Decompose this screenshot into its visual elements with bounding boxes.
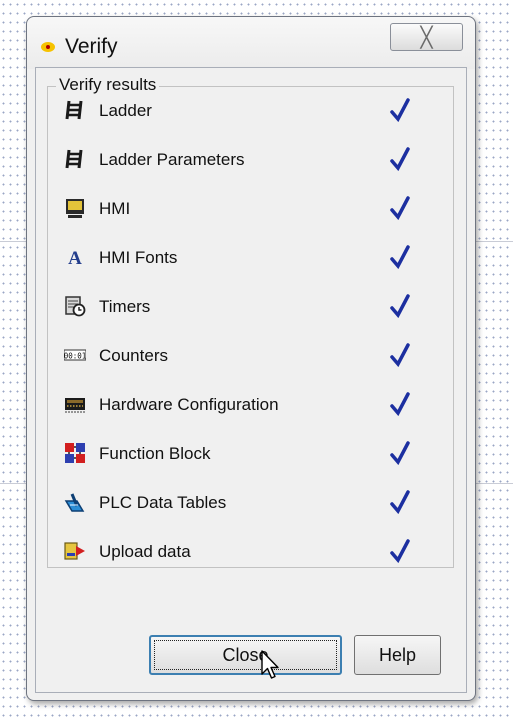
timers-icon <box>65 296 86 317</box>
list-item: Ladder <box>48 91 453 135</box>
plc-data-tables-icon <box>64 493 85 512</box>
help-button-label: Help <box>378 644 417 665</box>
list-item: Hardware Configuration <box>48 385 453 429</box>
upload-data-icon <box>64 542 85 560</box>
app-icon <box>41 42 55 52</box>
list-item: Ladder Parameters <box>48 140 453 184</box>
item-label: HMI <box>99 199 131 218</box>
item-label: Timers <box>99 297 151 316</box>
item-label: HMI Fonts <box>99 248 178 267</box>
checkmark-icon <box>390 490 410 514</box>
item-label: Counters <box>99 346 168 365</box>
dialog-title: Verify <box>65 35 118 58</box>
hardware-configuration-icon <box>65 398 85 413</box>
checkmark-icon <box>390 245 410 269</box>
checkmark-icon <box>390 294 410 318</box>
mouse-cursor-icon <box>261 650 279 679</box>
list-item: Upload data <box>48 532 453 576</box>
close-button[interactable]: Close <box>149 635 342 675</box>
close-icon: ╳ <box>420 26 433 49</box>
hmi-icon <box>66 199 84 218</box>
title-bar[interactable]: Verify ╳ <box>27 17 475 69</box>
checkmark-icon <box>390 343 410 367</box>
ladder-icon <box>65 100 83 120</box>
list-item: PLC Data Tables <box>48 483 453 527</box>
window-close-button[interactable]: ╳ <box>390 23 463 51</box>
counters-icon: 00:01 <box>64 349 86 361</box>
item-label: Ladder Parameters <box>99 150 245 169</box>
counter-digits: 00:01 <box>64 352 86 361</box>
checkmark-icon <box>390 441 410 465</box>
checkmark-icon <box>390 147 410 171</box>
list-item: 00:01 Counters <box>48 336 453 380</box>
list-item: Function Block <box>48 434 453 478</box>
item-label: Function Block <box>99 444 211 463</box>
item-label: Hardware Configuration <box>99 395 279 414</box>
checkmark-icon <box>390 98 410 122</box>
hmi-fonts-icon: A <box>68 248 82 268</box>
focus-rectangle <box>154 640 337 670</box>
item-label: Upload data <box>99 542 191 561</box>
item-label: Ladder <box>99 101 152 120</box>
list-item: HMI <box>48 189 453 233</box>
list-item: Timers <box>48 287 453 331</box>
function-block-icon <box>65 443 85 463</box>
verify-dialog: Verify ╳ Verify results Ladder Ladder Pa… <box>26 16 476 701</box>
item-label: PLC Data Tables <box>99 493 227 512</box>
checkmark-icon <box>390 392 410 416</box>
list-item: A HMI Fonts <box>48 238 453 282</box>
checkmark-icon <box>390 196 410 220</box>
verify-results-group: Verify results Ladder Ladder Parameters <box>47 75 454 568</box>
help-button[interactable]: Help <box>354 635 441 675</box>
font-glyph: A <box>68 248 82 268</box>
ladder-parameters-icon <box>65 149 83 169</box>
checkmark-icon <box>390 539 410 563</box>
dialog-body: Verify results Ladder Ladder Parameters <box>35 67 467 693</box>
